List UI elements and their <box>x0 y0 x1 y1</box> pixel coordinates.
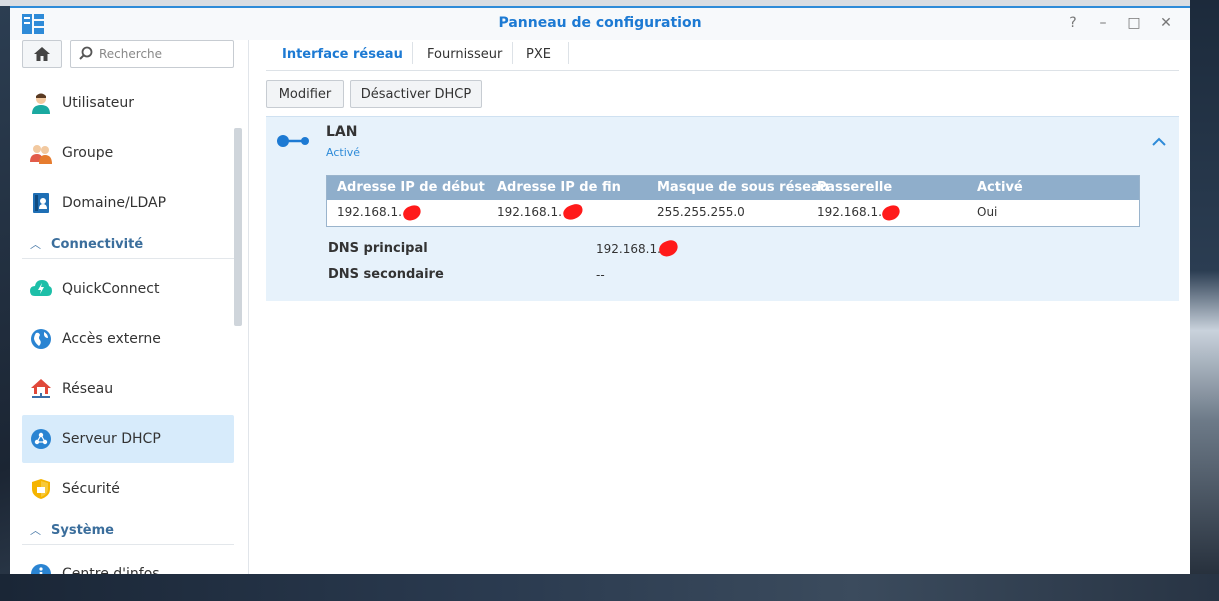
search-icon <box>79 46 93 60</box>
sidebar-item-label: Domaine/LDAP <box>62 195 167 211</box>
section-label: Connectivité <box>51 236 144 252</box>
group-icon <box>30 142 52 164</box>
redaction-mark <box>401 203 423 223</box>
user-icon <box>30 92 52 114</box>
sidebar-item-external-access[interactable]: Accès externe <box>22 315 234 363</box>
lan-status: Activé <box>326 146 361 159</box>
tab-separator <box>512 42 513 64</box>
sidebar-item-label: Serveur DHCP <box>62 431 161 447</box>
network-house-icon <box>30 378 52 400</box>
section-system[interactable]: ︿ Système <box>22 516 234 545</box>
sidebar: Utilisateur Groupe Domaine/LDAP ︿ Connec… <box>10 40 249 574</box>
desktop-background <box>1190 0 1219 601</box>
dhcp-server-icon <box>30 428 52 450</box>
sidebar-item-label: Utilisateur <box>62 95 135 111</box>
column-header[interactable]: Masque de sous réseau <box>657 180 829 195</box>
search-input[interactable] <box>97 44 231 64</box>
info-icon <box>30 563 52 574</box>
sidebar-item-label: QuickConnect <box>62 281 160 297</box>
tab-pxe[interactable]: PXE <box>516 44 561 66</box>
lan-title: LAN <box>326 124 358 140</box>
minimize-icon[interactable]: – <box>1094 14 1112 32</box>
sidebar-item-dhcp-server[interactable]: Serveur DHCP <box>22 415 234 463</box>
window-title: Panneau de configuration <box>498 15 702 31</box>
sidebar-item-security[interactable]: Sécurité <box>22 465 234 513</box>
control-panel-window: Panneau de configuration ? – □ ✕ Utilisa… <box>10 6 1190 574</box>
table-cell[interactable]: 255.255.255.0 <box>657 205 745 219</box>
sidebar-item-group[interactable]: Groupe <box>22 129 234 177</box>
dhcp-range-table: Adresse IP de début Adresse IP de fin Ma… <box>326 175 1140 227</box>
table-cell[interactable]: 192.168.1. <box>337 205 402 219</box>
table-cell[interactable]: 192.168.1. <box>497 205 562 219</box>
chevron-up-icon[interactable] <box>1152 135 1166 150</box>
chevron-up-icon: ︿ <box>30 524 41 537</box>
chevron-up-icon: ︿ <box>30 238 41 251</box>
sidebar-item-user[interactable]: Utilisateur <box>22 79 234 127</box>
dns-primary-value: 192.168.1. <box>596 242 661 256</box>
quickconnect-icon <box>30 278 52 300</box>
sidebar-item-label: Centre d'infos <box>62 566 160 574</box>
lan-panel: LAN Activé Adresse IP de début Adresse I… <box>266 116 1179 301</box>
table-header: Adresse IP de début Adresse IP de fin Ma… <box>327 176 1139 200</box>
sidebar-item-label: Accès externe <box>62 331 161 347</box>
redaction-mark <box>880 203 902 223</box>
tab-separator <box>412 42 413 64</box>
maximize-icon[interactable]: □ <box>1125 14 1143 32</box>
edit-button[interactable]: Modifier <box>266 80 344 108</box>
sidebar-item-label: Sécurité <box>62 481 120 497</box>
search-box[interactable] <box>70 40 234 68</box>
network-interface-icon <box>276 133 310 153</box>
globe-icon <box>30 328 52 350</box>
home-button[interactable] <box>22 40 62 68</box>
table-cell[interactable]: Oui <box>977 205 997 219</box>
disable-dhcp-button[interactable]: Désactiver DHCP <box>350 80 482 108</box>
help-icon[interactable]: ? <box>1064 14 1082 32</box>
home-icon <box>34 47 50 61</box>
desktop-taskbar-area <box>0 574 1219 601</box>
main-content: Interface réseau Fournisseur PXE Modifie… <box>249 40 1190 574</box>
shield-icon <box>30 478 52 500</box>
close-icon[interactable]: ✕ <box>1157 14 1175 32</box>
column-header[interactable]: Activé <box>977 180 1023 195</box>
redaction-mark <box>561 202 585 222</box>
title-bar[interactable]: Panneau de configuration ? – □ ✕ <box>10 6 1190 40</box>
column-header[interactable]: Adresse IP de début <box>337 180 485 195</box>
sidebar-scrollbar[interactable] <box>234 128 242 326</box>
sidebar-item-domain-ldap[interactable]: Domaine/LDAP <box>22 179 234 227</box>
tab-bar: Interface réseau Fournisseur PXE <box>266 40 1179 71</box>
section-connectivity[interactable]: ︿ Connectivité <box>22 230 234 259</box>
dns-secondary-label: DNS secondaire <box>328 267 444 282</box>
tab-provider[interactable]: Fournisseur <box>417 44 512 66</box>
table-cell[interactable]: 192.168.1. <box>817 205 882 219</box>
tab-network-interface[interactable]: Interface réseau <box>272 44 413 66</box>
domain-ldap-icon <box>30 192 52 214</box>
sidebar-item-label: Groupe <box>62 145 114 161</box>
dns-secondary-value: -- <box>596 268 605 282</box>
column-header[interactable]: Passerelle <box>817 180 892 195</box>
dns-primary-label: DNS principal <box>328 241 428 256</box>
tab-separator <box>568 42 569 64</box>
sidebar-item-network[interactable]: Réseau <box>22 365 234 413</box>
sidebar-item-quickconnect[interactable]: QuickConnect <box>22 265 234 313</box>
sidebar-item-label: Réseau <box>62 381 114 397</box>
section-label: Système <box>51 522 114 538</box>
column-header[interactable]: Adresse IP de fin <box>497 180 621 195</box>
sidebar-item-info-center[interactable]: Centre d'infos <box>22 550 234 574</box>
